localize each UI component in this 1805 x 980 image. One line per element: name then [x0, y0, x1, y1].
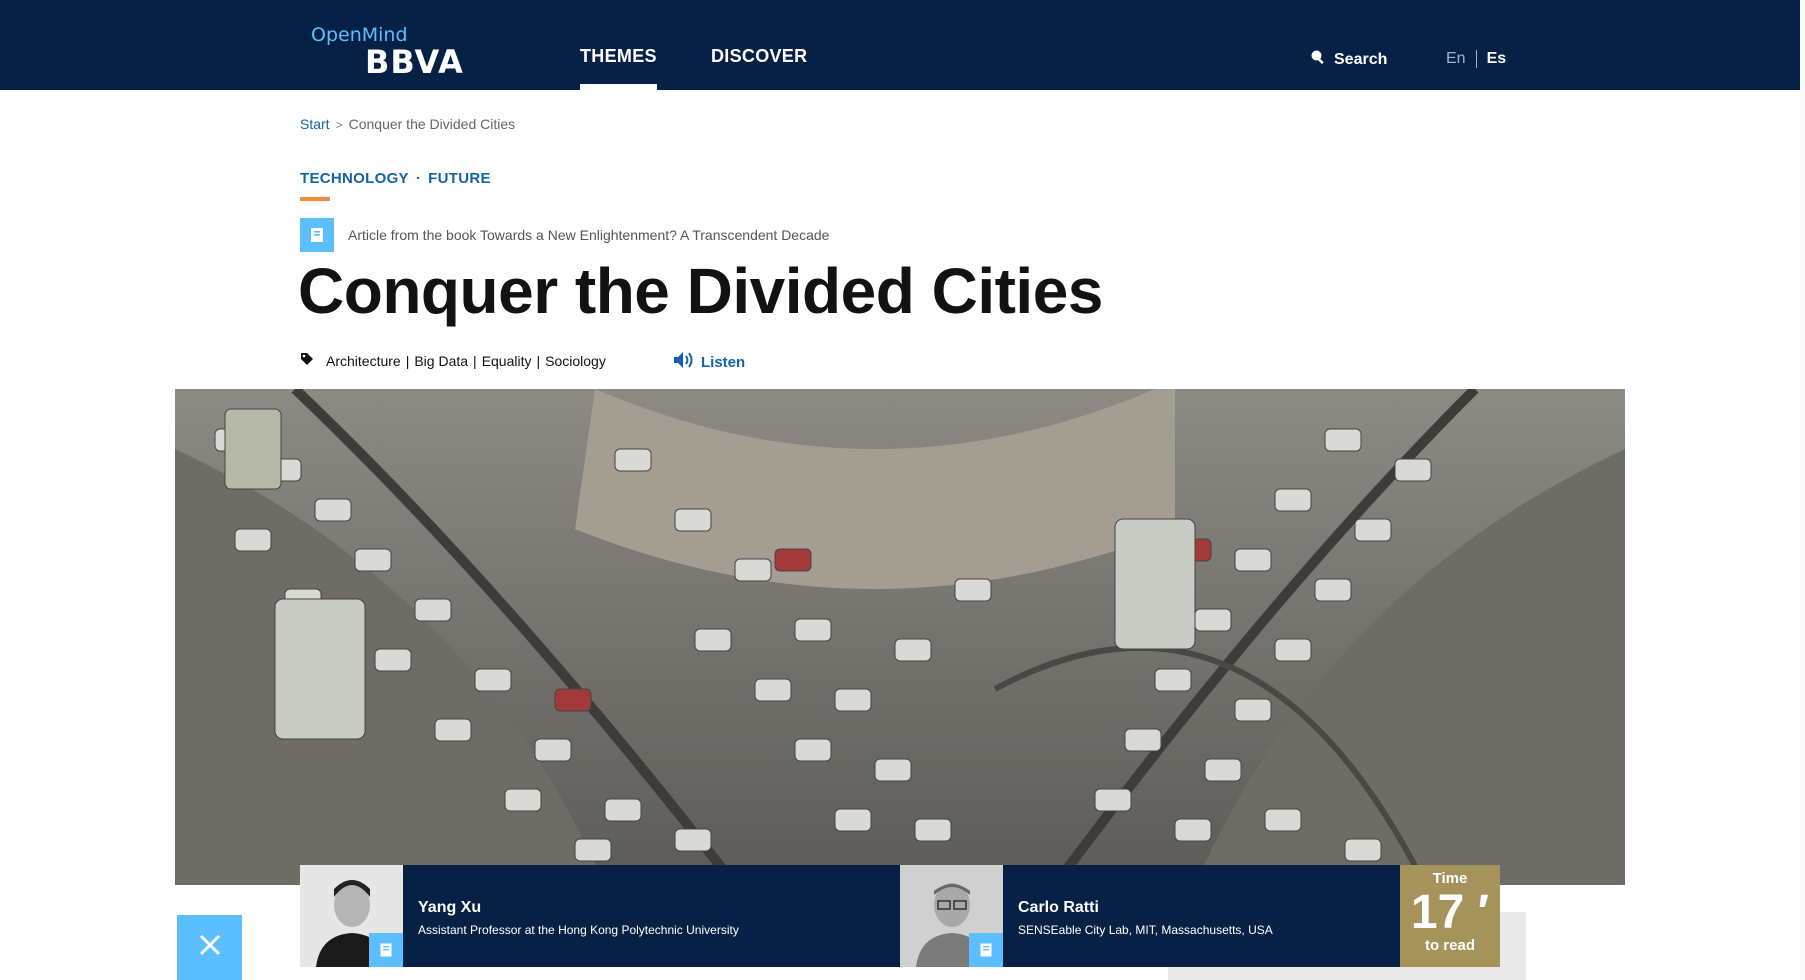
search-label: Search [1334, 50, 1388, 68]
openmind-bbva-logo[interactable]: OpenMind BBVA [311, 24, 464, 78]
search-icon [1310, 49, 1326, 70]
reading-time-sub: to read [1424, 937, 1475, 954]
breadcrumb-start-link[interactable]: Start [300, 116, 330, 132]
breadcrumb-separator: > [335, 118, 343, 132]
speaker-icon [673, 351, 695, 373]
tag-sociology[interactable]: Sociology [545, 353, 606, 369]
author-name[interactable]: Yang Xu [418, 899, 739, 917]
reading-time-value: 17 ′ [1410, 886, 1490, 939]
language-switcher: En Es [1446, 50, 1506, 68]
reading-time-badge: Time 17 ′ to read [1400, 865, 1500, 967]
author-card[interactable]: Carlo Ratti SENSEable City Lab, MIT, Mas… [900, 865, 1400, 967]
author-info: Yang Xu Assistant Professor at the Hong … [403, 865, 739, 967]
tag-separator: | [536, 352, 541, 369]
breadcrumb: Start > Conquer the Divided Cities [300, 116, 515, 132]
tag-separator: | [473, 352, 477, 369]
search-button[interactable]: Search [1310, 49, 1387, 70]
author-photo [300, 865, 403, 967]
category-technology[interactable]: TECHNOLOGY [300, 170, 409, 187]
tag-big-data[interactable]: Big Data [414, 353, 468, 369]
author-photo [900, 865, 1003, 967]
book-icon [300, 218, 334, 252]
category-separator: · [415, 170, 422, 187]
reading-time-label: Time [1432, 870, 1468, 887]
author-role: Assistant Professor at the Hong Kong Pol… [418, 923, 739, 937]
listen-label: Listen [701, 353, 746, 371]
tag-list: Architecture | Big Data | Equality | Soc… [300, 352, 606, 369]
page-scrollbar[interactable] [1800, 0, 1805, 980]
breadcrumb-current: Conquer the Divided Cities [348, 116, 516, 132]
category-list: TECHNOLOGY · FUTURE [300, 170, 491, 187]
tag-architecture[interactable]: Architecture [326, 353, 401, 369]
x-logo-icon [198, 933, 222, 962]
tag-equality[interactable]: Equality [482, 353, 532, 369]
author-name[interactable]: Carlo Ratti [1018, 899, 1273, 917]
author-info: Carlo Ratti SENSEable City Lab, MIT, Mas… [1003, 865, 1273, 967]
book-reference-text[interactable]: Article from the book Towards a New Enli… [348, 227, 829, 243]
lang-es-link[interactable]: Es [1487, 50, 1507, 68]
top-navigation-bar: OpenMind BBVA THEMES DISCOVER Search En … [0, 0, 1800, 90]
book-reference: Article from the book Towards a New Enli… [300, 218, 829, 252]
twitter-share-button[interactable] [177, 915, 242, 980]
category-future[interactable]: FUTURE [428, 170, 491, 187]
author-card[interactable]: Yang Xu Assistant Professor at the Hong … [300, 865, 900, 967]
hero-image-traffic-jam [175, 389, 1625, 885]
lang-divider [1475, 50, 1477, 68]
logo-bbva-text: BBVA [365, 43, 464, 81]
author-role: SENSEable City Lab, MIT, Massachusetts, … [1018, 923, 1273, 937]
nav-themes[interactable]: THEMES [580, 46, 657, 90]
category-underline [300, 197, 330, 201]
book-badge-icon [369, 933, 403, 967]
tag-separator: | [405, 352, 410, 369]
nav-discover[interactable]: DISCOVER [711, 46, 807, 67]
author-bar: Yang Xu Assistant Professor at the Hong … [300, 865, 1500, 967]
article-title: Conquer the Divided Cities [298, 255, 1103, 327]
listen-button[interactable]: Listen [673, 351, 745, 373]
tag-icon [300, 352, 314, 369]
lang-en-link[interactable]: En [1446, 50, 1466, 68]
book-badge-icon [969, 933, 1003, 967]
